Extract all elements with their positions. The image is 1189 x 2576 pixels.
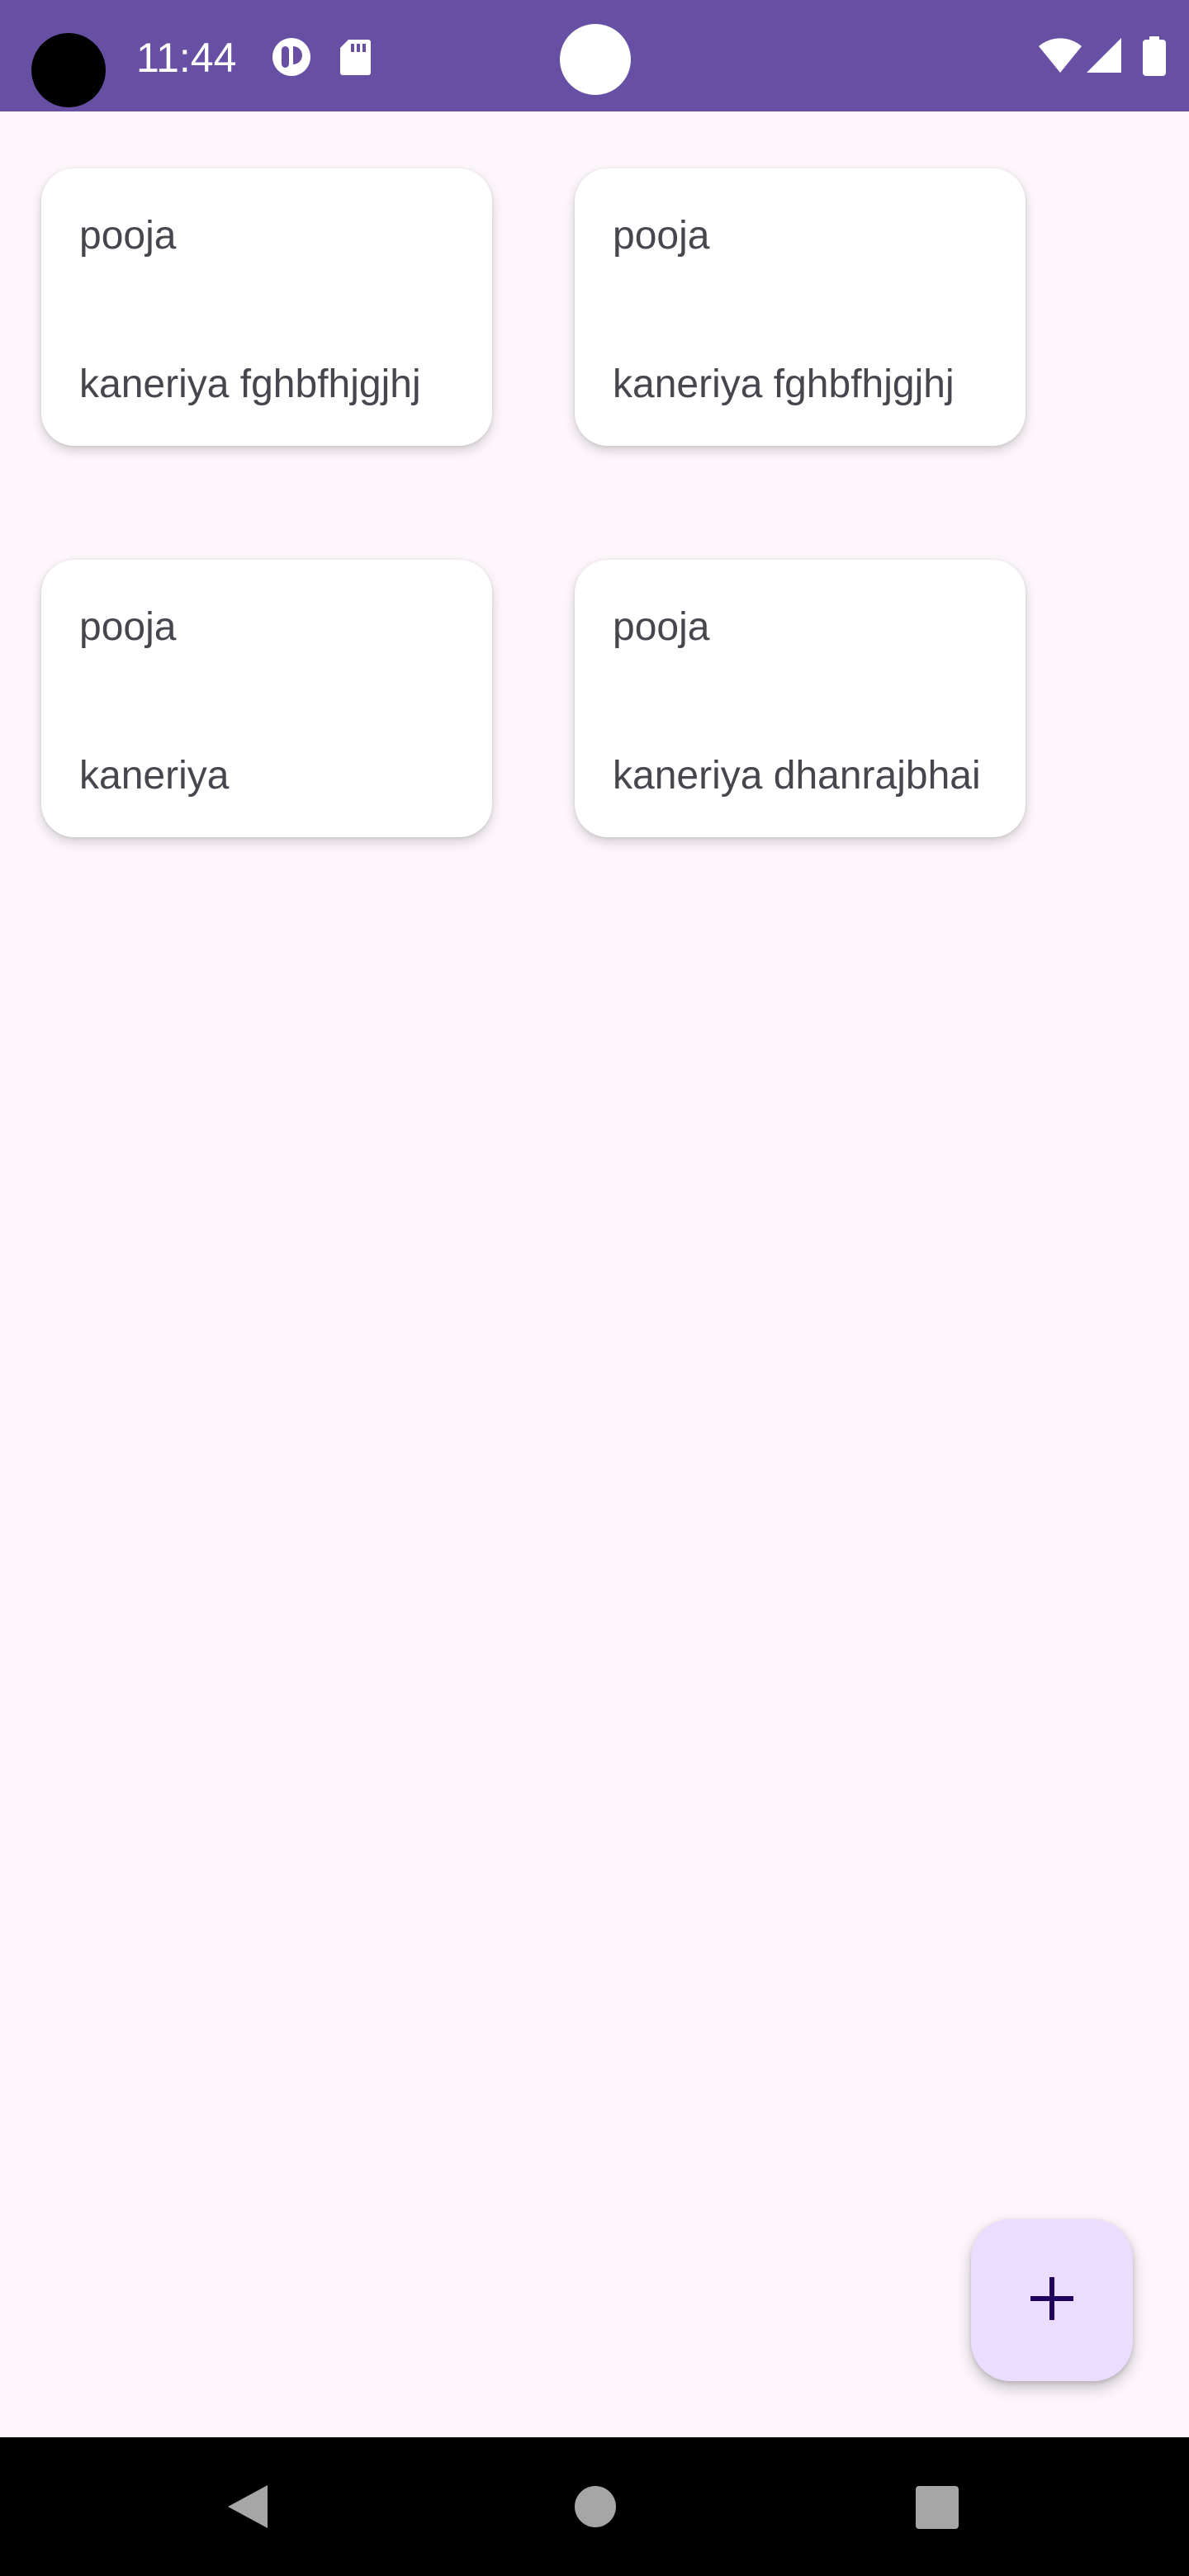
notification-app-icon bbox=[271, 36, 312, 82]
status-bar: 11:44 bbox=[0, 0, 1189, 111]
note-body: kaneriya bbox=[79, 754, 230, 798]
note-body: kaneriya fghbfhjgjhj bbox=[613, 362, 955, 406]
note-title: pooja bbox=[79, 605, 177, 649]
back-icon[interactable] bbox=[223, 2482, 271, 2536]
note-title: pooja bbox=[79, 214, 177, 258]
note-card[interactable]: pooja kaneriya fghbfhjgjhj bbox=[575, 168, 1026, 446]
navigation-bar bbox=[0, 2437, 1189, 2576]
signal-icon bbox=[1085, 36, 1125, 78]
battery-icon bbox=[1142, 36, 1167, 82]
status-time: 11:44 bbox=[136, 35, 237, 81]
note-title: pooja bbox=[613, 605, 710, 649]
sd-card-icon bbox=[337, 36, 373, 82]
note-title: pooja bbox=[613, 214, 710, 258]
note-body: kaneriya dhanrajbhai bbox=[613, 754, 981, 798]
home-icon[interactable] bbox=[573, 2484, 618, 2533]
note-card[interactable]: pooja kaneriya dhanrajbhai bbox=[575, 560, 1026, 837]
recents-icon[interactable] bbox=[915, 2485, 959, 2534]
center-dot-icon bbox=[560, 24, 631, 95]
note-body: kaneriya fghbfhjgjhj bbox=[79, 362, 421, 406]
note-card[interactable]: pooja kaneriya bbox=[41, 560, 492, 837]
wifi-icon bbox=[1037, 36, 1083, 78]
camera-cutout-icon bbox=[31, 33, 106, 107]
note-card[interactable]: pooja kaneriya fghbfhjgjhj bbox=[41, 168, 492, 446]
add-note-button[interactable] bbox=[971, 2219, 1133, 2381]
plus-icon bbox=[1027, 2274, 1077, 2327]
